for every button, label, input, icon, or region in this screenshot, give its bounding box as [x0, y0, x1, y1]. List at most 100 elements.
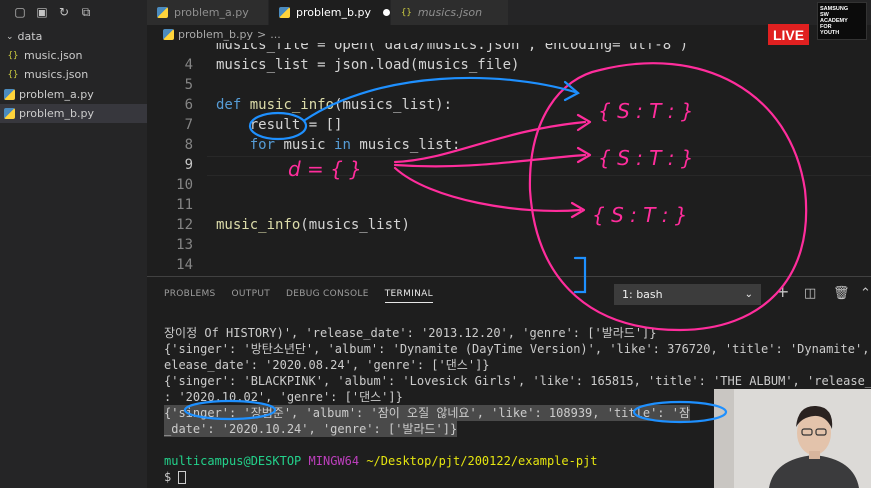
line-number: 9: [184, 157, 193, 173]
keyword: in: [334, 137, 351, 153]
line-number: 14: [176, 257, 193, 273]
split-icon[interactable]: ◫: [804, 287, 816, 300]
breadcrumb-file[interactable]: problem_b.py: [178, 28, 253, 41]
tab-label: problem_b.py: [296, 6, 371, 19]
prompt-user: multicampus@DESKTOP: [164, 454, 302, 468]
line-number: 4: [184, 57, 193, 73]
tab-debug-console[interactable]: DEBUG CONSOLE: [286, 289, 369, 303]
keyword: def: [216, 97, 242, 113]
chevron-down-icon: ⌄: [6, 31, 14, 42]
breadcrumb-more[interactable]: ...: [270, 28, 281, 41]
python-icon: [279, 7, 290, 18]
tree-item-label: music.json: [24, 49, 83, 62]
tree-item-label: musics.json: [24, 68, 89, 81]
terminal-line-selected: {'singer': '장범준', 'album': '잠이 오질 않네요', …: [164, 405, 691, 421]
prompt-symbol: $: [164, 470, 179, 484]
tree-item-problem-b[interactable]: problem_b.py: [0, 104, 147, 123]
terminal-prompt: multicampus@DESKTOP MINGW64 ~/Desktop/pj…: [164, 453, 598, 469]
prompt-path: ~/Desktop/pjt/200122/example-pjt: [366, 454, 598, 468]
tab-musics-json[interactable]: {} musics.json: [391, 0, 509, 25]
tab-terminal[interactable]: TERMINAL: [384, 289, 433, 303]
prompt-host: MINGW64: [308, 454, 360, 468]
json-icon: {}: [7, 50, 19, 61]
new-folder-icon[interactable]: ▣: [36, 6, 48, 18]
code-text: def music_info(musics_list):: [216, 97, 452, 113]
explorer-toolbar: ▢ ▣ ↻ ⧉: [0, 0, 147, 24]
tab-problem-b[interactable]: problem_b.py: [269, 0, 391, 25]
code-text: music_info(musics_list): [216, 217, 410, 233]
code-line: musics_file = open('data/musics.json', e…: [147, 43, 688, 55]
line-number: 7: [184, 117, 193, 133]
cursor-block: [178, 471, 187, 484]
code-rest: (musics_list): [300, 217, 410, 233]
code-line: 13: [147, 235, 193, 255]
line-number: 5: [184, 77, 193, 93]
terminal-select[interactable]: 1: bash ⌄: [614, 284, 761, 305]
tab-problem-a[interactable]: problem_a.py: [147, 0, 269, 25]
live-badge: LIVE: [768, 24, 809, 45]
breadcrumb-separator: >: [257, 27, 267, 41]
webcam-overlay: [714, 389, 871, 488]
chevron-down-icon: ⌄: [744, 289, 753, 300]
logo-line: YOUTH: [820, 30, 840, 36]
breadcrumb: problem_b.py > ...: [147, 25, 871, 43]
code-text: result = []: [216, 117, 343, 133]
academy-logo: SAMSUNG SW ACADEMY FOR YOUTH: [817, 2, 867, 40]
python-icon: [163, 28, 174, 40]
terminal-line: : '2020.10.02', 'genre': ['댄스']}: [164, 390, 403, 404]
trash-icon[interactable]: 🗑: [833, 287, 850, 300]
tab-label: musics.json: [417, 6, 483, 19]
python-icon: [4, 108, 15, 119]
code-editor[interactable]: musics_file = open('data/musics.json', e…: [147, 43, 871, 276]
terminal-line: elease_date': '2020.08.24', 'genre': ['댄…: [164, 358, 490, 372]
chevron-up-icon[interactable]: ⌃: [860, 287, 871, 300]
code-line: 7 result = []: [147, 115, 343, 135]
tree-item-data-folder[interactable]: ⌄ data: [0, 27, 147, 46]
add-terminal-button[interactable]: +: [776, 284, 789, 300]
terminal-line-selected: _date': '2020.10.24', 'genre': ['발라드']}: [164, 421, 458, 437]
python-icon: [157, 7, 168, 18]
code-line: 4 musics_list = json.load(musics_file): [147, 55, 520, 75]
line-number: 12: [176, 217, 193, 233]
code-var: music: [283, 137, 326, 153]
code-line: 10: [147, 175, 193, 195]
explorer-sidebar: ▢ ▣ ↻ ⧉ ⌄ data {} music.json {} musics.j…: [0, 0, 147, 488]
panel-tabs: PROBLEMS OUTPUT DEBUG CONSOLE TERMINAL: [164, 289, 433, 303]
tree-item-musics-json[interactable]: {} musics.json: [0, 65, 147, 84]
line-number: 10: [176, 177, 193, 193]
unsaved-dot-icon[interactable]: [383, 9, 390, 16]
json-icon: {}: [401, 7, 412, 18]
code-text: musics_list = json.load(musics_file): [216, 57, 520, 73]
terminal-line: {'singer': '방탄소년단', 'album': 'Dynamite (…: [164, 342, 871, 356]
code-line: 11: [147, 195, 193, 215]
refresh-icon[interactable]: ↻: [58, 6, 70, 18]
code-line: 12 music_info(musics_list): [147, 215, 410, 235]
tree-item-label: data: [17, 30, 43, 43]
line-number: 6: [184, 97, 193, 113]
code-rest: musics_list:: [359, 137, 461, 153]
tab-problems[interactable]: PROBLEMS: [164, 289, 216, 303]
editor-tabbar: problem_a.py problem_b.py {} musics.json: [147, 0, 871, 25]
tree-item-music-json[interactable]: {} music.json: [0, 46, 147, 65]
line-number: 8: [184, 137, 193, 153]
current-line-highlight: [207, 156, 871, 176]
tree-item-label: problem_a.py: [19, 88, 94, 101]
terminal-input-line[interactable]: $: [164, 469, 187, 485]
tab-output[interactable]: OUTPUT: [232, 289, 270, 303]
terminal-select-value: 1: bash: [622, 288, 663, 301]
json-icon: {}: [7, 69, 19, 80]
code-line: 8 for music in musics_list:: [147, 135, 461, 155]
code-text: musics_file = open('data/musics.json', e…: [216, 43, 689, 53]
collapse-all-icon[interactable]: ⧉: [80, 6, 92, 18]
new-file-icon[interactable]: ▢: [14, 6, 26, 18]
code-line: 14: [147, 255, 193, 275]
line-number: 11: [176, 197, 193, 213]
code-line: 5: [147, 75, 193, 95]
tree-item-problem-a[interactable]: problem_a.py: [0, 85, 147, 104]
python-icon: [4, 89, 15, 100]
code-rest: (musics_list):: [334, 97, 453, 113]
terminal-line: 장이정 Of HISTORY)', 'release_date': '2013.…: [164, 326, 657, 340]
code-text: for music in musics_list:: [216, 137, 461, 153]
code-line: 6 def music_info(musics_list):: [147, 95, 452, 115]
terminal-line: {'singer': 'BLACKPINK', 'album': 'Lovesi…: [164, 374, 871, 388]
